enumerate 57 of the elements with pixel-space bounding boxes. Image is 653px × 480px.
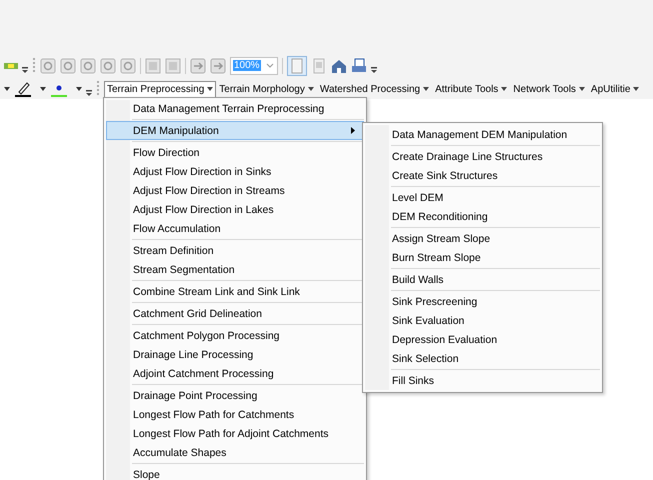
menu-bar-item[interactable]: Network Tools (510, 80, 588, 98)
pen-color-icon[interactable] (14, 80, 32, 98)
menu-item[interactable]: Depression Evaluation (365, 330, 600, 349)
menu-item[interactable]: Adjust Flow Direction in Sinks (106, 162, 364, 181)
menu-item[interactable]: Assign Stream Slope (365, 229, 600, 248)
menu-bar-item[interactable]: ApUtilitie (588, 80, 642, 98)
menu-bar-item[interactable]: Watershed Processing (316, 80, 432, 98)
menu-item[interactable]: Catchment Polygon Processing (106, 326, 364, 345)
house-icon[interactable] (331, 58, 347, 74)
menu-item[interactable]: Longest Flow Path for Catchments (106, 405, 364, 424)
menu-bar-item[interactable]: Terrain Preprocessing (104, 80, 216, 98)
menu-item[interactable]: Combine Stream Link and Sink Link (106, 282, 364, 301)
menu-item[interactable]: Catchment Grid Delineation (106, 304, 364, 323)
menu-item[interactable]: Adjust Flow Direction in Lakes (106, 200, 364, 219)
menu-item[interactable]: Burn Stream Slope (365, 248, 600, 267)
caret-icon (423, 87, 430, 91)
menu-item[interactable]: Drainage Line Processing (106, 345, 364, 364)
menu-item[interactable]: Fill Sinks (365, 371, 600, 390)
menu-item[interactable]: Level DEM (365, 188, 600, 207)
menu-item[interactable]: Data Management Terrain Preprocessing (106, 99, 364, 118)
navigate-icon[interactable] (190, 58, 206, 74)
menu-item[interactable]: DEM Reconditioning (365, 207, 600, 226)
menu-item[interactable]: Accumulate Shapes (106, 443, 364, 462)
menu-item[interactable]: Sink Prescreening (365, 292, 600, 311)
menu-item[interactable]: Create Sink Structures (365, 166, 600, 185)
menu-bar-item[interactable]: Terrain Morphology (216, 80, 317, 98)
caret-icon[interactable] (76, 87, 82, 91)
caret-icon[interactable] (40, 87, 46, 91)
menu-item[interactable]: Create Drainage Line Structures (365, 147, 600, 166)
caret-icon (633, 87, 640, 91)
menu-item[interactable]: Drainage Point Processing (106, 386, 364, 405)
menu-item[interactable]: Adjoint Catchment Processing (106, 364, 364, 383)
menu-bar-item[interactable]: Attribute Tools (432, 80, 510, 98)
toolbar-grip-icon (32, 56, 36, 74)
page-layout-icon[interactable] (287, 56, 307, 76)
menu-item[interactable]: Data Management DEM Manipulation (365, 125, 600, 144)
caret-icon[interactable] (4, 87, 10, 91)
menu-item[interactable]: Longest Flow Path for Adjoint Catchments (106, 424, 364, 443)
menu-item[interactable]: Sink Selection (365, 349, 600, 368)
caret-icon (501, 87, 508, 91)
menu-item[interactable]: Adjust Flow Direction in Streams (106, 181, 364, 200)
menu-item[interactable]: Build Walls (365, 270, 600, 289)
menu-item[interactable]: Stream Definition (106, 241, 364, 260)
navigate-icon[interactable] (210, 58, 226, 74)
caret-icon (308, 87, 314, 91)
menu-item[interactable]: DEM Manipulation (106, 121, 364, 140)
chevron-icon (266, 62, 274, 68)
menu-item[interactable]: Stream Segmentation (106, 260, 364, 279)
caret-icon (207, 87, 214, 91)
printer-icon[interactable] (351, 58, 367, 74)
menu-item[interactable]: Slope (106, 465, 364, 480)
toolbar-grip-icon (96, 80, 100, 98)
menu-item[interactable]: Sink Evaluation (365, 311, 600, 330)
caret-icon (578, 87, 585, 91)
submenu-arrow-icon (351, 127, 355, 134)
menu-item[interactable]: Flow Direction (106, 143, 364, 162)
menu-item[interactable]: Flow Accumulation (106, 219, 364, 238)
